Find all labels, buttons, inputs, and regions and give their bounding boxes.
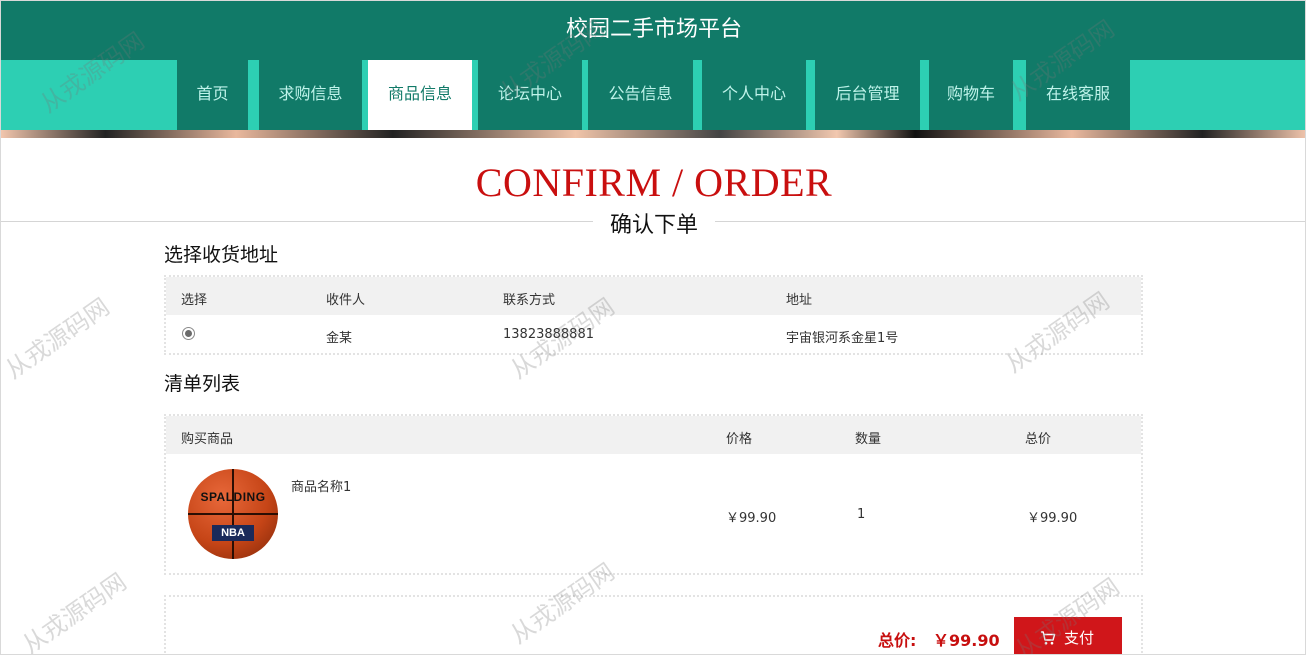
phone-cell: 13823888881 (503, 327, 594, 342)
column-header-product: 购买商品 (181, 432, 234, 447)
column-header-select: 选择 (181, 293, 208, 308)
watermark: 从戎源码网 (17, 567, 132, 655)
total-value: ￥99.90 (933, 631, 1000, 650)
column-header-subtotal: 总价 (1025, 432, 1052, 447)
address-table-header: 选择 收件人 联系方式 地址 (166, 277, 1141, 315)
watermark: 从戎源码网 (0, 292, 115, 385)
pay-button[interactable]: 支付 (1014, 617, 1122, 654)
column-header-quantity: 数量 (855, 432, 882, 447)
quantity-cell: 1 (857, 507, 866, 522)
nav-item-home[interactable]: 首页 (177, 60, 248, 130)
nav-item-cart[interactable]: 购物车 (929, 60, 1013, 130)
nav-item-goods[interactable]: 商品信息 (368, 60, 472, 130)
address-radio[interactable] (182, 327, 195, 340)
nav-item-requests[interactable]: 求购信息 (259, 60, 362, 130)
recipient-cell: 金某 (326, 331, 353, 346)
address-section-title: 选择收货地址 (164, 244, 279, 266)
pay-button-label: 支付 (1064, 629, 1095, 647)
nav-item-forum[interactable]: 论坛中心 (478, 60, 582, 130)
product-name[interactable]: 商品名称1 (291, 476, 351, 495)
page-heading-en: CONFIRM / ORDER (475, 160, 833, 205)
basketball-image[interactable]: SPALDING NBA (188, 469, 278, 559)
items-section-title: 清单列表 (164, 373, 241, 395)
site-title: 校园二手市场平台 (1, 1, 1305, 60)
page-heading-cn: 确认下单 (593, 207, 715, 239)
nav-item-support[interactable]: 在线客服 (1026, 60, 1130, 130)
price-cell: ￥99.90 (726, 511, 777, 526)
total-label: 总价: (878, 631, 917, 650)
column-header-phone: 联系方式 (503, 293, 556, 308)
nav-item-announcements[interactable]: 公告信息 (588, 60, 693, 130)
nav-item-profile[interactable]: 个人中心 (702, 60, 806, 130)
subtotal-cell: ￥99.90 (1027, 511, 1078, 526)
ball-logo-text: SPALDING (200, 490, 266, 504)
main-nav: 首页 求购信息 商品信息 论坛中心 公告信息 个人中心 后台管理 购物车 在线客… (1, 60, 1305, 130)
items-table: 购买商品 价格 数量 总价 SPALDING NBA 商品名称1 ￥99.90 … (164, 414, 1143, 575)
nav-item-admin[interactable]: 后台管理 (815, 60, 920, 130)
items-table-header: 购买商品 价格 数量 总价 (166, 416, 1141, 454)
page: 校园二手市场平台 首页 求购信息 商品信息 论坛中心 公告信息 个人中心 后台管… (0, 0, 1306, 655)
address-table: 选择 收件人 联系方式 地址 金某 13823888881 宇宙银河系金星1号 (164, 275, 1143, 355)
ball-badge-text: NBA (212, 525, 254, 541)
banner-image-strip (1, 130, 1305, 138)
cart-icon (1041, 631, 1056, 645)
column-header-price: 价格 (726, 432, 753, 447)
column-header-recipient: 收件人 (326, 293, 366, 308)
address-cell: 宇宙银河系金星1号 (786, 331, 899, 346)
ball-seam (232, 469, 234, 559)
column-header-address: 地址 (786, 293, 813, 308)
